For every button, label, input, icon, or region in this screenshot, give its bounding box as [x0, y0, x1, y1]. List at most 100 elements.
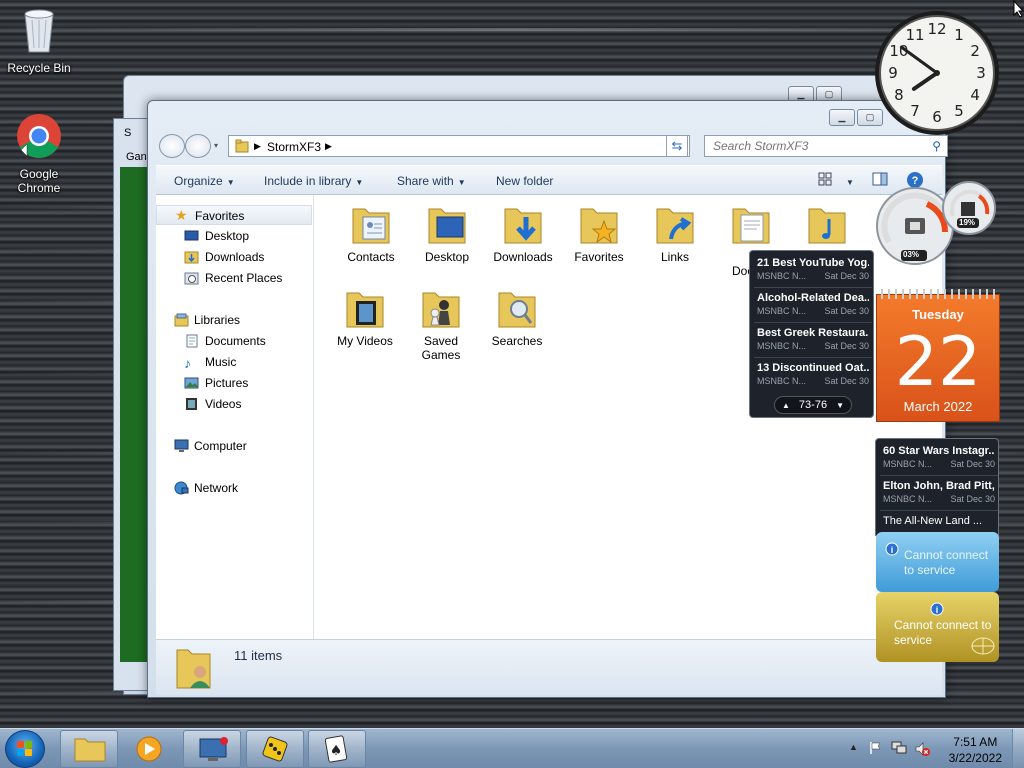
feed-item[interactable]: Elton John, Brad Pitt,... MSNBC N... Sat …: [883, 480, 995, 504]
remote-desktop-icon: [199, 737, 228, 761]
view-options-icon[interactable]: [818, 172, 832, 189]
organize-button[interactable]: Organize ▼: [174, 174, 235, 188]
folder-label: Desktop: [424, 250, 470, 264]
feed-item[interactable]: 21 Best YouTube Yog... MSNBC N... Sat Dec…: [757, 257, 869, 281]
taskbar-remote-desktop-button[interactable]: [183, 730, 241, 768]
recent-pages-icon[interactable]: ▾: [214, 141, 218, 150]
svg-text:♠: ♠: [330, 743, 343, 759]
system-tray: ▲ 7:51 AM 3/22/2022: [839, 729, 1024, 768]
start-button[interactable]: [5, 730, 45, 768]
show-desktop-button[interactable]: [1012, 729, 1024, 768]
feed-title: 60 Star Wars Instagr...: [883, 445, 995, 457]
feed-item[interactable]: The All-New Land ...: [883, 515, 995, 527]
nav-item-libraries[interactable]: Libraries: [156, 310, 312, 330]
nav-item-downloads[interactable]: Downloads: [156, 247, 312, 267]
computer-icon: [174, 439, 189, 453]
nav-item-desktop[interactable]: Desktop: [156, 226, 312, 246]
breadcrumb[interactable]: StormXF3: [267, 140, 321, 154]
feed-source: MSNBC N...: [883, 459, 933, 469]
nav-item-favorites[interactable]: ★ Favorites: [156, 205, 312, 225]
nav-item-computer[interactable]: Computer: [156, 436, 312, 456]
clock-numeral: 6: [932, 108, 942, 126]
feed-date: Sat Dec 30: [824, 271, 869, 281]
feed-item[interactable]: Best Greek Restaura... MSNBC N... Sat Dec…: [757, 327, 869, 351]
nav-item-documents[interactable]: Documents: [156, 331, 312, 351]
info-icon: i: [885, 542, 899, 559]
action-center-flag-icon[interactable]: [869, 741, 883, 758]
include-in-library-button[interactable]: Include in library ▼: [264, 174, 363, 188]
weather-gadget[interactable]: i Cannot connect to service: [876, 532, 999, 592]
details-pane: 11 items: [156, 639, 942, 695]
taskbar-dice-game-button[interactable]: [246, 730, 304, 768]
clock-numeral: 4: [970, 86, 980, 104]
calendar-gadget[interactable]: Tuesday 22 March 2022: [876, 289, 1000, 422]
currency-gadget[interactable]: i Cannot connect to service: [876, 592, 999, 662]
feed-item[interactable]: 60 Star Wars Instagr... MSNBC N... Sat De…: [883, 445, 995, 469]
folder-my-videos[interactable]: My Videos: [329, 281, 401, 348]
nav-item-music[interactable]: ♪ Music: [156, 352, 312, 372]
desktop-icon-recycle-bin[interactable]: Recycle Bin: [1, 6, 77, 75]
volume-muted-icon[interactable]: [914, 741, 930, 760]
clock-gadget[interactable]: 12 1 2 3 4 5 6 7 8 9 10 11: [873, 9, 1001, 137]
folder-downloads[interactable]: Downloads: [487, 197, 559, 264]
refresh-button[interactable]: ⇆: [666, 135, 688, 157]
folder-saved-games[interactable]: Saved Games: [405, 281, 477, 362]
windows-logo-icon: [17, 741, 32, 756]
feed-source: MSNBC N...: [757, 306, 807, 316]
forward-button[interactable]: [185, 134, 211, 158]
command-bar: Organize ▼ Include in library ▼ Share with…: [156, 165, 942, 195]
feed-title: Best Greek Restaura...: [757, 327, 869, 339]
cpu-meter-gadget[interactable]: 03% 19%: [875, 180, 999, 266]
recent-places-icon: [184, 271, 199, 285]
search-icon[interactable]: ⚲: [932, 139, 941, 153]
info-icon: i: [930, 602, 944, 619]
share-with-button[interactable]: Share with ▼: [397, 174, 466, 188]
breadcrumb-arrow-icon[interactable]: ▶: [325, 141, 332, 152]
tray-date: 3/22/2022: [948, 751, 1002, 765]
chevron-down-icon[interactable]: ▼: [842, 174, 854, 188]
nav-item-pictures[interactable]: Pictures: [156, 373, 312, 393]
feed-item[interactable]: 13 Discontinued Oat... MSNBC N... Sat Dec…: [757, 362, 869, 386]
back-button[interactable]: [159, 134, 185, 158]
nav-label: Downloads: [205, 250, 265, 264]
search-input[interactable]: [705, 136, 915, 156]
folder-searches[interactable]: Searches: [481, 281, 553, 348]
solitaire-icon: ♠: [324, 735, 348, 763]
feed-item[interactable]: Alcohol-Related Dea... MSNBC N... Sat Dec…: [757, 292, 869, 316]
taskbar-explorer-button[interactable]: [60, 730, 118, 768]
feed-source: MSNBC N...: [757, 341, 807, 351]
nav-item-videos[interactable]: Videos: [156, 394, 312, 414]
feed-headlines-gadget[interactable]: 21 Best YouTube Yog... MSNBC N... Sat Dec…: [749, 250, 874, 418]
desktop-icon: [425, 203, 469, 247]
taskbar-media-player-button[interactable]: [120, 730, 178, 768]
chevron-up-icon[interactable]: ▲: [782, 401, 790, 410]
feed-source: MSNBC N...: [757, 376, 807, 386]
nav-item-recent-places[interactable]: Recent Places: [156, 268, 312, 288]
address-row: ▾ ▶ StormXF3 ▶ ▼ ⇆ ⚲: [156, 133, 948, 159]
game-menu[interactable]: Gan: [126, 151, 147, 163]
new-folder-button[interactable]: New folder: [496, 174, 553, 188]
analog-clock: 12 1234567891011: [875, 11, 999, 135]
address-bar[interactable]: ▶ StormXF3 ▶ ▼: [228, 135, 690, 157]
show-hidden-icons-icon[interactable]: ▲: [849, 742, 858, 752]
folder-favorites[interactable]: Favorites: [563, 197, 635, 264]
desktop-icon-chrome[interactable]: Google Chrome: [1, 112, 77, 195]
feed-title: Alcohol-Related Dea...: [757, 292, 869, 304]
breadcrumb-arrow-icon[interactable]: ▶: [254, 141, 261, 152]
divider: [754, 287, 872, 288]
folder-label: My Videos: [337, 334, 393, 348]
feed-headlines-gadget-2[interactable]: 60 Star Wars Instagr... MSNBC N... Sat De…: [875, 438, 999, 536]
tray-clock[interactable]: 7:51 AM 3/22/2022: [949, 734, 1002, 766]
search-box[interactable]: ⚲: [704, 135, 948, 157]
network-tray-icon[interactable]: [891, 741, 907, 758]
chess-icon: [419, 287, 463, 331]
folder-contacts[interactable]: Contacts: [335, 197, 407, 264]
folder-desktop[interactable]: Desktop: [411, 197, 483, 264]
minimize-button[interactable]: ▁: [829, 109, 855, 126]
folder-links[interactable]: Links: [639, 197, 711, 264]
film-icon: [184, 397, 199, 411]
taskbar: ♠ ▲ 7:51 AM 3/22/2022: [0, 728, 1024, 768]
taskbar-solitaire-button[interactable]: ♠: [308, 730, 366, 768]
chevron-down-icon[interactable]: ▼: [836, 401, 844, 410]
nav-item-network[interactable]: Network: [156, 478, 312, 498]
